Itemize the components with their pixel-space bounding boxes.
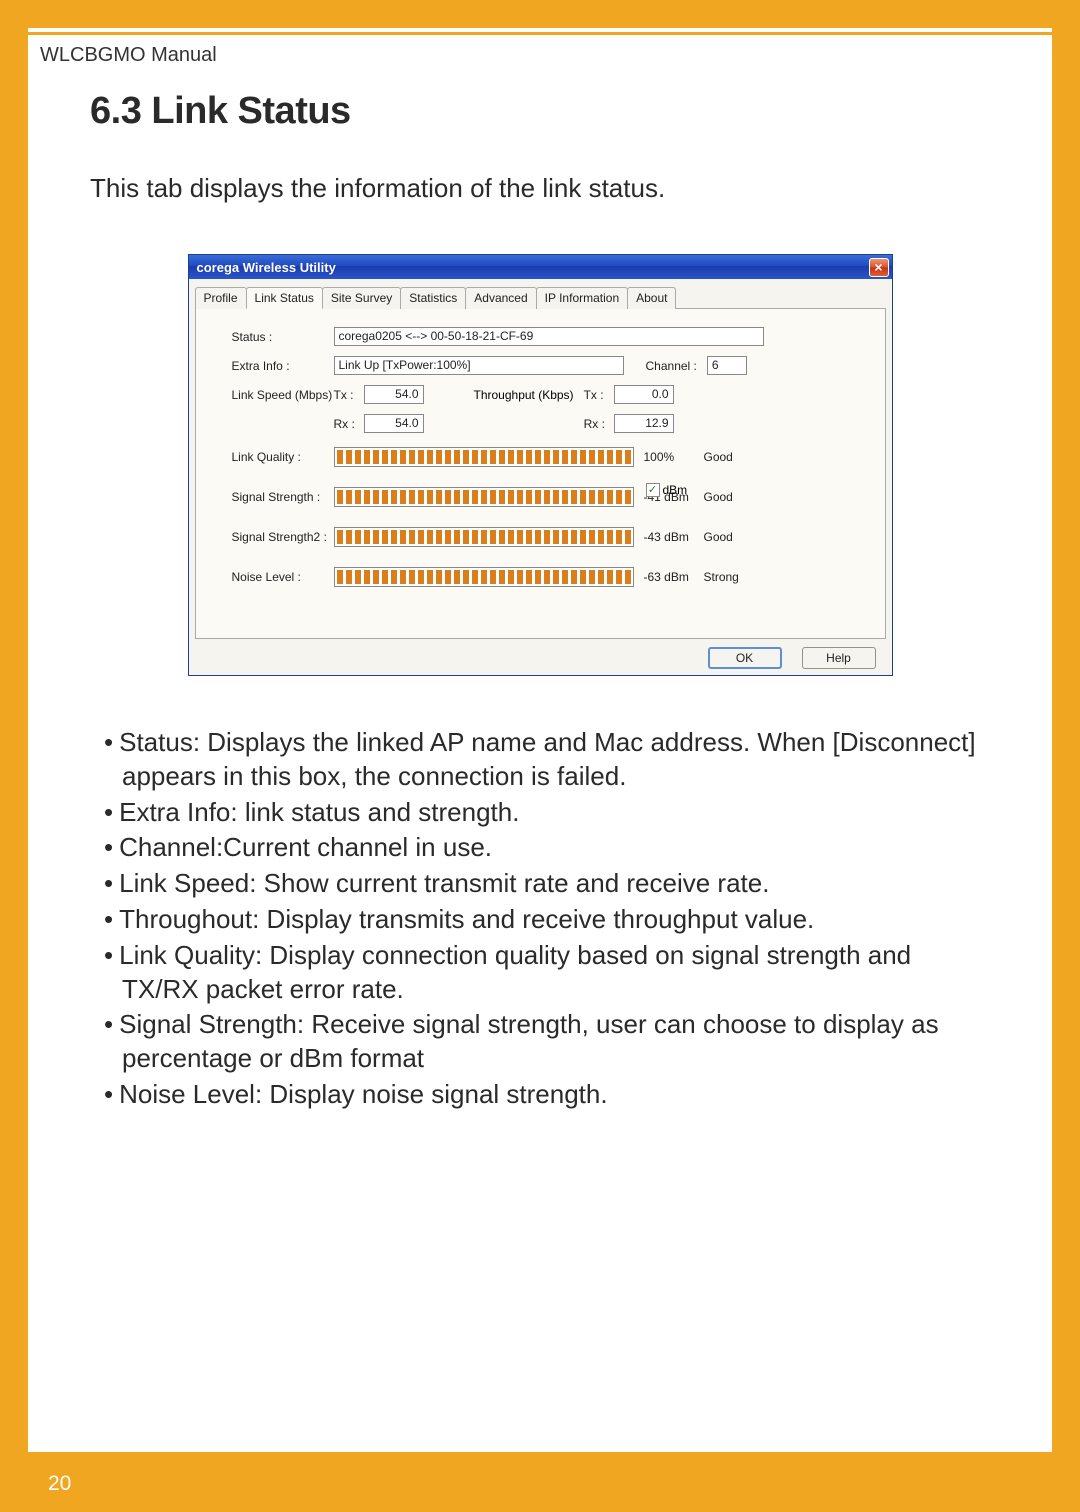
window-body: Profile Link Status Site Survey Statisti… [189,279,892,675]
tx-label-2: Tx : [584,388,614,402]
list-item: Status: Displays the linked AP name and … [90,726,990,794]
tab-panel: Status : corega0205 <--> 00-50-18-21-CF-… [195,309,886,639]
signal-strength2-bar [334,527,634,547]
rx-throughput-field: 12.9 [614,414,674,433]
signal-strength-label: Signal Strength : [208,490,334,504]
extra-info-label: Extra Info : [208,359,334,373]
close-icon[interactable]: × [869,258,889,277]
extra-info-field: Link Up [TxPower:100%] [334,356,624,375]
rx-speed-field: 54.0 [364,414,424,433]
status-label: Status : [208,330,334,344]
channel-field: 6 [707,356,747,375]
manual-title: WLCBGMO Manual [40,44,217,67]
rx-label: Rx : [334,417,364,431]
titlebar: corega Wireless Utility × [189,255,892,279]
utility-window: corega Wireless Utility × Profile Link S… [188,254,893,676]
status-field: corega0205 <--> 00-50-18-21-CF-69 [334,327,764,346]
page-number: 20 [48,1472,71,1496]
section-intro: This tab displays the information of the… [90,173,990,204]
tab-ip-information[interactable]: IP Information [536,287,628,309]
section-heading: 6.3 Link Status [90,90,990,133]
link-quality-value: 100% [644,450,704,464]
tx-speed-field: 54.0 [364,385,424,404]
noise-level-value: -63 dBm [644,570,704,584]
channel-label: Channel : [646,359,697,373]
tab-site-survey[interactable]: Site Survey [322,287,401,309]
list-item: Channel:Current channel in use. [90,831,990,865]
tab-bar: Profile Link Status Site Survey Statisti… [195,287,886,309]
link-quality-label: Link Quality : [208,450,334,464]
noise-level-label: Noise Level : [208,570,334,584]
signal-strength-bar [334,487,634,507]
ok-button[interactable]: OK [708,647,782,669]
rx-label-2: Rx : [584,417,614,431]
tab-link-status[interactable]: Link Status [246,287,323,309]
list-item: Link Speed: Show current transmit rate a… [90,867,990,901]
list-item: Throughout: Display transmits and receiv… [90,903,990,937]
tab-advanced[interactable]: Advanced [465,287,536,309]
noise-level-bar [334,567,634,587]
checkbox-icon[interactable] [646,483,660,497]
signal-strength2-label: Signal Strength2 : [208,530,334,544]
tab-about[interactable]: About [627,287,676,309]
content-area: 6.3 Link Status This tab displays the in… [90,90,990,1114]
throughput-label: Throughput (Kbps) [474,388,574,402]
header-rule [28,35,1052,38]
signal-strength2-rating: Good [704,530,733,544]
signal-strength2-value: -43 dBm [644,530,704,544]
list-item: Link Quality: Display connection quality… [90,939,990,1007]
list-item: Noise Level: Display noise signal streng… [90,1078,990,1112]
tab-profile[interactable]: Profile [195,287,247,309]
help-button[interactable]: Help [802,647,876,669]
description-list: Status: Displays the linked AP name and … [90,726,990,1112]
list-item: Extra Info: link status and strength. [90,796,990,830]
link-quality-bar [334,447,634,467]
tx-label: Tx : [334,388,364,402]
link-speed-label: Link Speed (Mbps) [208,388,334,402]
tx-throughput-field: 0.0 [614,385,674,404]
window-title: corega Wireless Utility [197,260,869,275]
list-item: Signal Strength: Receive signal strength… [90,1008,990,1076]
link-quality-rating: Good [704,450,733,464]
tab-statistics[interactable]: Statistics [400,287,466,309]
noise-level-rating: Strong [704,570,739,584]
dbm-label: dBm [663,483,688,497]
dbm-checkbox[interactable]: dBm [646,483,688,497]
signal-strength-rating: Good [704,490,733,504]
